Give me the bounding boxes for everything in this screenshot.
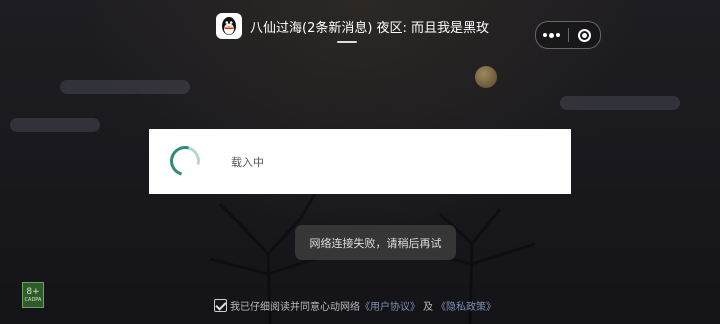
age-rating-badge: 8+ CADPA xyxy=(22,282,44,308)
mini-program-capsule xyxy=(535,21,601,49)
cloud-decoration xyxy=(560,96,680,110)
network-error-toast: 网络连接失败，请稍后再试 xyxy=(295,225,456,260)
more-dots-icon[interactable] xyxy=(536,22,568,48)
loading-text: 载入中 xyxy=(231,156,264,169)
agreement-and: 及 xyxy=(423,301,433,313)
age-rating: 8+ xyxy=(26,287,40,297)
title-underline xyxy=(337,41,357,43)
cloud-decoration xyxy=(10,118,100,132)
loading-spinner-icon xyxy=(164,140,206,182)
cloud-decoration xyxy=(60,80,190,94)
user-agreement-link[interactable]: 《用户协议》 xyxy=(360,298,420,313)
agreement-text: 我已仔细阅读并同意心动网络 xyxy=(230,301,360,313)
moon-decoration xyxy=(475,66,497,88)
agreement-row: 我已仔细阅读并同意心动网络 《用户协议》 及 《隐私政策》 xyxy=(214,297,496,313)
loading-dialog: 载入中 xyxy=(149,129,571,194)
page-title: 八仙过海(2条新消息) 夜区: 而且我是黑玫 xyxy=(250,21,490,36)
qq-penguin-icon xyxy=(216,13,242,39)
age-rating-caption: CADPA xyxy=(24,297,42,303)
privacy-policy-link[interactable]: 《隐私政策》 xyxy=(436,298,496,313)
agreement-checkbox[interactable] xyxy=(214,298,227,312)
mini-program-header: 八仙过海(2条新消息) 夜区: 而且我是黑玫 xyxy=(0,0,720,52)
close-miniprogram-icon[interactable] xyxy=(569,22,601,48)
